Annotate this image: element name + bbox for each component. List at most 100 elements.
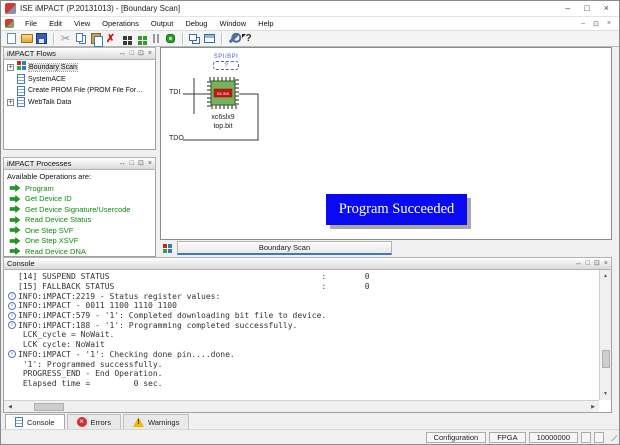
menu-item[interactable]: Help xyxy=(252,18,279,30)
status-field-empty xyxy=(581,432,591,443)
panel-window-button-icon[interactable]: □ xyxy=(130,50,134,58)
flows-panel-buttons: ↔ □ ⊡ × xyxy=(119,50,152,58)
vertical-scroll-thumb[interactable] xyxy=(602,350,610,368)
process-operation[interactable]: Read Device DNA xyxy=(7,246,152,257)
maximize-icon[interactable]: □ xyxy=(584,4,589,13)
output-tab[interactable]: Errors xyxy=(67,414,121,429)
flows-tree-item[interactable]: SystemACE xyxy=(5,74,154,86)
info-icon xyxy=(8,350,16,358)
processes-panel-buttons: ↔ □ ⊡ × xyxy=(119,160,152,168)
processes-panel-header: iMPACT Processes ↔□⊡× xyxy=(3,157,156,170)
properties-bars-icon[interactable] xyxy=(148,31,163,46)
expand-icon[interactable] xyxy=(7,99,14,106)
mdi-window-button-icon[interactable]: – xyxy=(581,20,585,28)
initialize-chain-icon[interactable] xyxy=(133,31,148,46)
preferences-wrench-icon[interactable] xyxy=(226,31,241,46)
panel-window-button-icon[interactable]: ↔ xyxy=(575,260,582,268)
menu-item[interactable]: Debug xyxy=(179,18,213,30)
console-horizontal-scrollbar[interactable]: ◀ ▶ xyxy=(4,400,599,412)
tree-node-icon xyxy=(17,61,21,65)
console-vertical-scrollbar[interactable]: ▲ ▼ xyxy=(599,270,611,400)
menu-item[interactable]: Window xyxy=(213,18,252,30)
fpga-device-icon[interactable]: XILINX xyxy=(207,77,239,109)
output-tab-label: Errors xyxy=(91,418,111,427)
output-tab[interactable]: Console xyxy=(5,414,65,429)
cut-icon[interactable] xyxy=(58,31,73,46)
panel-window-button-icon[interactable]: ↔ xyxy=(119,50,126,58)
green-arrow-icon xyxy=(9,237,21,245)
add-device-icon[interactable] xyxy=(118,31,133,46)
panel-window-button-icon[interactable]: × xyxy=(148,50,152,58)
context-help-icon[interactable] xyxy=(241,31,256,46)
process-operation[interactable]: Get Device Signature/Usercode xyxy=(7,204,152,215)
toolbar xyxy=(1,30,619,47)
new-document-icon[interactable] xyxy=(4,31,19,46)
mdi-window-button-icon[interactable]: × xyxy=(607,20,611,28)
save-icon[interactable] xyxy=(34,31,49,46)
tree-item-label: Boundary Scan xyxy=(29,64,77,71)
output-tab-icon xyxy=(15,417,23,427)
process-operation-label: One Step XSVF xyxy=(25,236,78,245)
console-line-text: INFO:iMPACT:188 - '1': Programming compl… xyxy=(18,321,297,330)
mdi-window-button-icon[interactable]: ⊡ xyxy=(593,20,599,28)
console-line: LCK cycle: NoWait xyxy=(8,340,599,350)
tile-windows-icon[interactable] xyxy=(202,31,217,46)
process-operation[interactable]: One Step SVF xyxy=(7,225,152,236)
window-title: ISE iMPACT (P.20131013) - [Boundary Scan… xyxy=(20,4,565,13)
horizontal-scroll-thumb[interactable] xyxy=(34,403,64,411)
output-tab-bar: Console Errors Warnings xyxy=(1,413,619,430)
panel-splitter[interactable] xyxy=(3,150,156,157)
console-line: [15] FALLBACK STATUS : 0 xyxy=(8,282,599,292)
process-operation[interactable]: Program xyxy=(7,183,152,194)
process-operation[interactable]: One Step XSVF xyxy=(7,236,152,247)
output-tab[interactable]: Warnings xyxy=(123,414,189,429)
panel-window-button-icon[interactable]: × xyxy=(148,160,152,168)
console-line-text: Elapsed time = 0 sec. xyxy=(18,379,163,388)
console-line-text: PROGRESS_END - End Operation. xyxy=(18,369,163,378)
tab-boundary-scan[interactable]: Boundary Scan xyxy=(177,241,392,255)
process-operation[interactable]: Read Device Status xyxy=(7,215,152,226)
delete-icon[interactable] xyxy=(103,31,118,46)
processes-list: Available Operations are: Program Get De… xyxy=(3,170,156,257)
console-line: INFO:iMPACT - 0011 1100 1110 1100 xyxy=(8,301,599,311)
scroll-up-icon[interactable]: ▲ xyxy=(600,270,612,282)
close-icon[interactable]: × xyxy=(604,4,609,13)
flows-tree-item[interactable]: Boundary Scan xyxy=(5,62,154,74)
scroll-right-icon[interactable]: ▶ xyxy=(587,401,599,413)
app-window: ISE iMPACT (P.20131013) - [Boundary Scan… xyxy=(0,0,620,445)
document-app-icon xyxy=(5,19,14,28)
scroll-left-icon[interactable]: ◀ xyxy=(4,401,16,413)
menu-item[interactable]: View xyxy=(68,18,96,30)
cascade-windows-icon[interactable] xyxy=(187,31,202,46)
menu-item[interactable]: Operations xyxy=(96,18,145,30)
open-folder-icon[interactable] xyxy=(19,31,34,46)
console-line-text: '1': Programmed successfully. xyxy=(18,360,163,369)
panel-window-button-icon[interactable]: ↔ xyxy=(119,160,126,168)
minimize-icon[interactable]: – xyxy=(565,4,570,13)
mdi-window-buttons: –⊡ × xyxy=(581,20,615,28)
available-operations-icon[interactable] xyxy=(163,31,178,46)
panel-window-button-icon[interactable]: ⊡ xyxy=(594,260,600,268)
console-line: INFO:iMPACT:579 - '1': Completed downloa… xyxy=(8,311,599,321)
panel-window-button-icon[interactable]: ⊡ xyxy=(138,160,144,168)
panel-window-button-icon[interactable]: × xyxy=(604,260,608,268)
expand-icon[interactable] xyxy=(7,64,14,71)
panel-window-button-icon[interactable]: ⊡ xyxy=(138,50,144,58)
console-line-text: LCK_cycle = NoWait. xyxy=(18,330,114,339)
copy-icon[interactable] xyxy=(73,31,88,46)
flows-tree-item[interactable]: WebTalk Data xyxy=(5,97,154,109)
menu-item[interactable]: Output xyxy=(145,18,180,30)
menu-item[interactable]: Edit xyxy=(43,18,68,30)
output-tab-label: Console xyxy=(27,418,55,427)
panel-window-button-icon[interactable]: □ xyxy=(130,160,134,168)
panel-window-button-icon[interactable]: □ xyxy=(586,260,590,268)
console-line-text: INFO:iMPACT:579 - '1': Completed downloa… xyxy=(18,311,326,320)
flows-tree-item[interactable]: Create PROM File (PROM File Format... xyxy=(5,85,154,97)
paste-icon[interactable] xyxy=(88,31,103,46)
console-line: [14] SUSPEND STATUS : 0 xyxy=(8,272,599,282)
process-operation[interactable]: Get Device ID xyxy=(7,194,152,205)
scroll-down-icon[interactable]: ▼ xyxy=(600,388,612,400)
resize-grip[interactable] xyxy=(609,433,617,441)
spi-bpi-flash-placeholder[interactable]: SPI/BPI ? xyxy=(204,54,248,70)
menu-item[interactable]: File xyxy=(19,18,43,30)
